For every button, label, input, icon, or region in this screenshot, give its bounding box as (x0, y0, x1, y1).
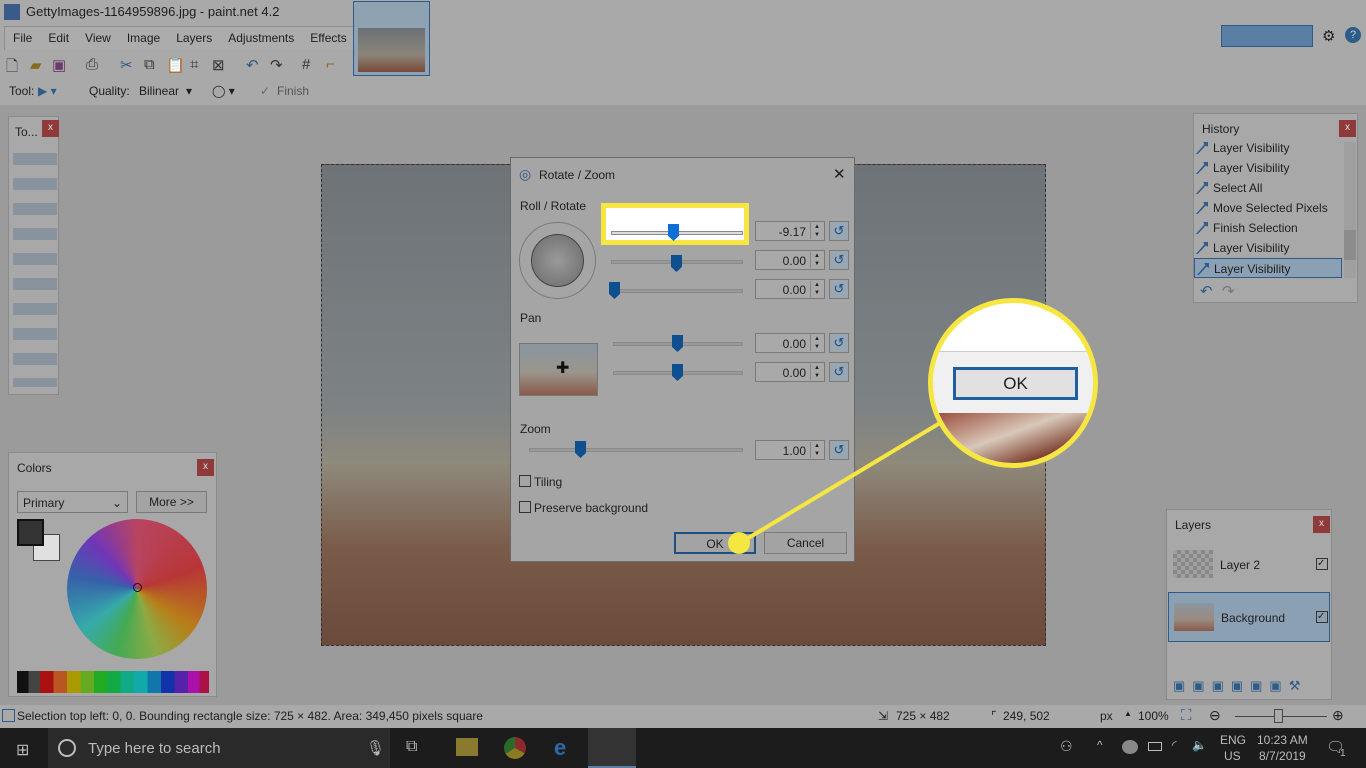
volume-icon[interactable]: 🔈 (1192, 738, 1207, 752)
magnified-callout: OK (928, 298, 1098, 468)
zoom-slider-thumb[interactable] (1274, 709, 1283, 723)
language-region[interactable]: US (1224, 749, 1241, 763)
callout-pointer (728, 418, 947, 554)
task-view-icon[interactable]: ⧉ (406, 738, 417, 756)
microphone-icon[interactable]: 🎙 (366, 739, 385, 757)
selection-size: 725 × 482 (896, 709, 950, 723)
edge-icon[interactable]: e (554, 735, 566, 761)
status-bar: Selection top left: 0, 0. Bounding recta… (0, 705, 1366, 728)
search-box[interactable]: Type here to search 🎙 (48, 728, 390, 768)
notification-count: 1 (1340, 748, 1346, 759)
zoom-level[interactable]: 100% (1138, 709, 1169, 723)
battery-icon[interactable] (1148, 742, 1162, 751)
windows-start-icon[interactable]: ⊞ (16, 740, 29, 760)
size-icon: ⇲ (878, 709, 889, 723)
search-placeholder: Type here to search (88, 740, 221, 757)
chevron-up-icon[interactable]: ^ (1097, 738, 1103, 752)
paintnet-taskbar-icon[interactable] (588, 728, 636, 768)
chevron-up-icon[interactable]: ▲ (1124, 709, 1132, 718)
onedrive-error-icon[interactable] (1122, 740, 1138, 754)
clock-time[interactable]: 10:23 AM (1257, 733, 1308, 747)
unit-selector[interactable]: px (1100, 709, 1113, 723)
zoom-in-icon[interactable]: ⊕ (1332, 707, 1344, 724)
wifi-icon[interactable]: ◜ (1172, 738, 1177, 752)
status-text: Selection top left: 0, 0. Bounding recta… (17, 709, 483, 723)
file-explorer-icon[interactable] (456, 738, 478, 756)
clock-date[interactable]: 8/7/2019 (1259, 749, 1306, 763)
zoom-out-icon[interactable]: ⊖ (1209, 707, 1221, 724)
taskbar: ⊞ Type here to search 🎙 ⧉ e ⚇ ^ ◜ 🔈 ENG … (0, 728, 1366, 768)
cursor-position-icon: ⌜ (991, 709, 997, 723)
cursor-position: 249, 502 (1003, 709, 1050, 723)
search-icon (58, 739, 76, 757)
selection-icon (2, 709, 15, 722)
chrome-icon[interactable] (504, 737, 526, 759)
people-icon[interactable]: ⚇ (1060, 738, 1073, 755)
language-indicator[interactable]: ENG (1220, 733, 1246, 747)
magnified-ok-button: OK (953, 367, 1078, 400)
fit-window-icon[interactable]: ⛶ (1181, 707, 1192, 724)
